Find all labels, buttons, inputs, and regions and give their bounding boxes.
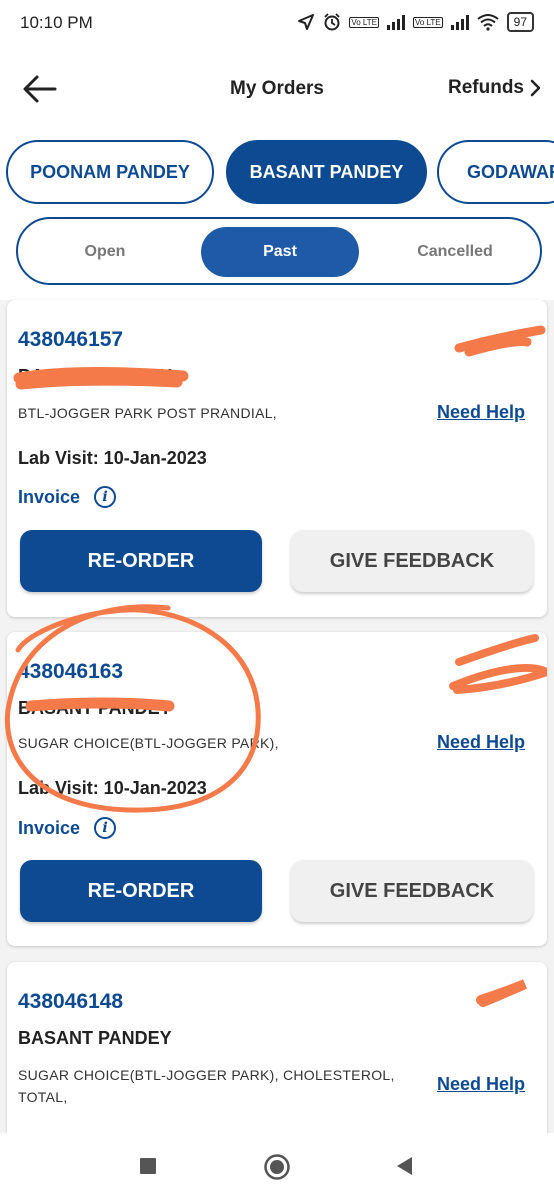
patient-chip-label: BASANT PANDEY — [249, 161, 404, 182]
invoice-label: Invoice — [18, 817, 81, 838]
home-button[interactable] — [263, 1153, 291, 1181]
order-card: 438046157 BASANT PANDEY BTL-JOGGER PARK … — [7, 300, 547, 617]
invoice-link[interactable]: Invoice i — [18, 486, 117, 508]
order-status-tabs: Open Past Cancelled — [16, 217, 542, 285]
location-icon — [298, 14, 315, 30]
order-card: 438046163 BASANT PANDEY SUGAR CHOICE(BTL… — [7, 632, 547, 946]
lab-visit-date: Lab Visit: 10-Jan-2023 — [18, 778, 207, 798]
order-card: 438046148 BASANT PANDEY SUGAR CHOICE(BTL… — [7, 962, 547, 1142]
info-icon[interactable]: i — [94, 817, 117, 839]
patient-chip-label: POONAM PANDEY — [30, 161, 190, 182]
patient-chip-label: GODAWARI — [467, 161, 554, 182]
battery-icon: 97 — [506, 12, 534, 32]
wifi-icon — [477, 14, 499, 31]
order-tests: SUGAR CHOICE(BTL-JOGGER PARK), — [18, 735, 279, 751]
tab-open[interactable]: Open — [26, 227, 184, 277]
info-icon[interactable]: i — [94, 486, 117, 508]
order-id: 438046163 — [18, 660, 124, 683]
recents-button[interactable] — [139, 1157, 157, 1175]
give-feedback-button[interactable]: GIVE FEEDBACK — [291, 530, 533, 592]
alarm-icon — [324, 13, 340, 31]
order-patient-name: BASANT PANDEY — [18, 698, 172, 718]
status-icons: Vo LTE Vo LTE 97 — [297, 12, 534, 32]
need-help-link[interactable]: Need Help — [437, 732, 525, 753]
invoice-link[interactable]: Invoice i — [18, 817, 117, 839]
volte-badge-2: Vo LTE — [412, 16, 443, 28]
need-help-link[interactable]: Need Help — [437, 402, 525, 423]
signal-icon-2 — [450, 14, 469, 30]
patient-chip-poonam[interactable]: POONAM PANDEY — [6, 140, 214, 204]
order-patient-name: BASANT PANDEY — [18, 366, 172, 386]
redaction-scribble — [476, 979, 528, 1007]
tab-cancelled[interactable]: Cancelled — [376, 227, 534, 277]
status-bar: 10:10 PM Vo LTE Vo LTE 97 — [0, 0, 554, 48]
order-tests: BTL-JOGGER PARK POST PRANDIAL, — [18, 405, 277, 421]
reorder-button[interactable]: RE-ORDER — [20, 860, 262, 922]
give-feedback-button[interactable]: GIVE FEEDBACK — [291, 860, 533, 922]
patient-chip-basant[interactable]: BASANT PANDEY — [226, 140, 427, 204]
refunds-label: Refunds — [448, 77, 524, 98]
reorder-button[interactable]: RE-ORDER — [20, 530, 262, 592]
need-help-link[interactable]: Need Help — [437, 1074, 525, 1095]
refunds-link[interactable]: Refunds — [448, 77, 542, 99]
signal-icon — [386, 14, 405, 30]
app-bar: My Orders Refunds — [0, 48, 554, 131]
order-tests: SUGAR CHOICE(BTL-JOGGER PARK), CHOLESTER… — [18, 1067, 395, 1105]
system-nav-bar — [0, 1133, 554, 1200]
chevron-right-icon — [530, 79, 541, 97]
status-time: 10:10 PM — [20, 13, 93, 32]
tab-past[interactable]: Past — [201, 227, 359, 277]
filter-panel: POONAM PANDEY BASANT PANDEY GODAWARI Ope… — [0, 130, 554, 300]
order-id: 438046157 — [18, 328, 124, 351]
volte-badge: Vo LTE — [349, 16, 379, 28]
order-id: 438046148 — [18, 990, 124, 1013]
patient-chip-godawari[interactable]: GODAWARI — [437, 140, 554, 204]
lab-visit-date: Lab Visit: 10-Jan-2023 — [18, 448, 207, 468]
invoice-label: Invoice — [18, 486, 81, 507]
order-patient-name: BASANT PANDEY — [18, 1028, 172, 1048]
back-nav-button[interactable] — [394, 1155, 414, 1177]
